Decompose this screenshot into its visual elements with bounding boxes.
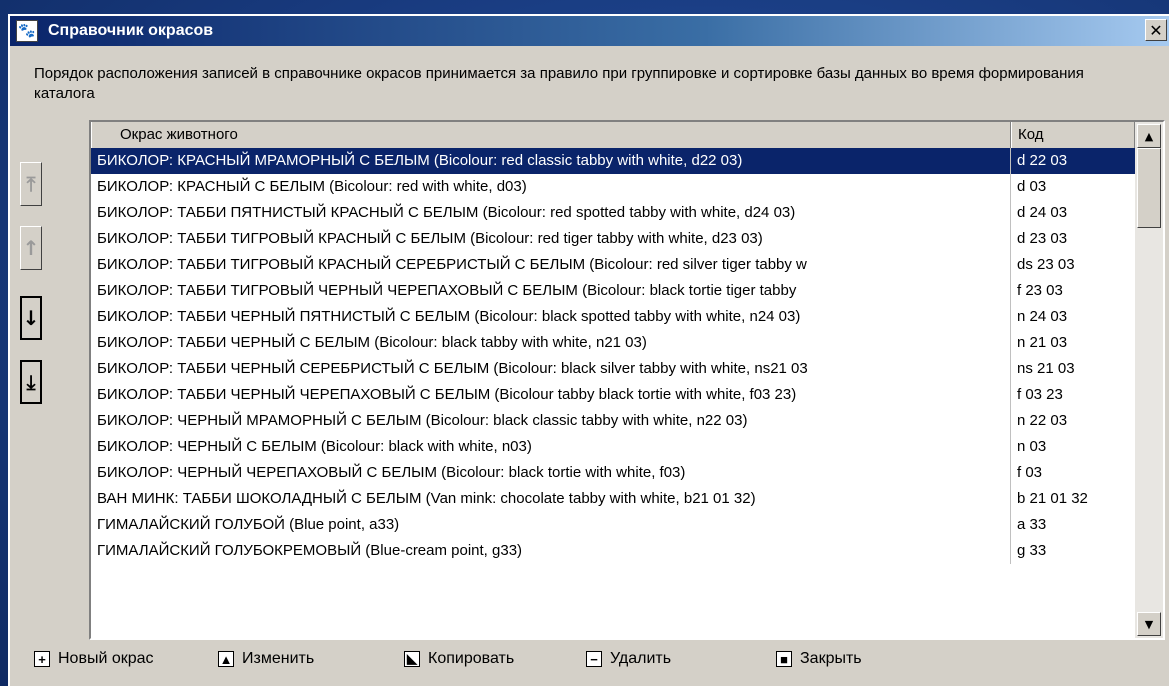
row-color-code: n 21 03 [1017, 334, 1068, 351]
move-to-top-button[interactable]: ⤒ [20, 162, 42, 206]
close-button[interactable]: ■ Закрыть [776, 644, 862, 674]
delete-button[interactable]: − Удалить [586, 644, 671, 674]
row-color-code: a 33 [1017, 516, 1047, 533]
scrollbar-thumb[interactable] [1137, 148, 1161, 228]
list-row[interactable]: БИКОЛОР: ТАББИ ЧЕРНЫЙ ЧЕРЕПАХОВЫЙ С БЕЛЫ… [91, 382, 1135, 408]
list-row[interactable]: БИКОЛОР: ТАББИ ТИГРОВЫЙ КРАСНЫЙ С БЕЛЫМ … [91, 226, 1135, 252]
new-color-label: Новый окрас [58, 650, 154, 667]
new-color-button[interactable]: + Новый окрас [34, 644, 154, 674]
row-color-name: БИКОЛОР: КРАСНЫЙ МРАМОРНЫЙ С БЕЛЫМ (Bico… [91, 148, 1011, 174]
row-color-name: БИКОЛОР: ЧЕРНЫЙ МРАМОРНЫЙ С БЕЛЫМ (Bicol… [91, 408, 1011, 434]
row-color-name: ГИМАЛАЙСКИЙ ГОЛУБОКРЕМОВЫЙ (Blue-cream p… [91, 538, 1011, 564]
copy-icon: ◣ [404, 651, 420, 667]
triangle-up-icon: ▲ [218, 651, 234, 667]
move-down-button[interactable]: ↓ [20, 296, 42, 340]
move-to-bottom-icon: ⤓ [26, 370, 36, 394]
row-color-name: БИКОЛОР: ЧЕРНЫЙ С БЕЛЫМ (Bicolour: black… [91, 434, 1011, 460]
close-window-button[interactable]: ✕ [1145, 19, 1167, 41]
list-row[interactable]: БИКОЛОР: ТАББИ ЧЕРНЫЙ СЕРЕБРИСТЫЙ С БЕЛЫ… [91, 356, 1135, 382]
row-color-name: БИКОЛОР: ТАББИ ЧЕРНЫЙ С БЕЛЫМ (Bicolour:… [91, 330, 1011, 356]
edit-label: Изменить [242, 650, 315, 667]
list-row[interactable]: БИКОЛОР: ТАББИ ЧЕРНЫЙ С БЕЛЫМ (Bicolour:… [91, 330, 1135, 356]
row-color-name: ВАН МИНК: ТАББИ ШОКОЛАДНЫЙ С БЕЛЫМ (Van … [91, 486, 1011, 512]
edit-button[interactable]: ▲ Изменить [218, 644, 314, 674]
row-color-code: d 24 03 [1017, 204, 1068, 221]
row-color-code: ds 23 03 [1017, 256, 1075, 273]
list-row[interactable]: ГИМАЛАЙСКИЙ ГОЛУБОКРЕМОВЫЙ (Blue-cream p… [91, 538, 1135, 564]
list-row[interactable]: БИКОЛОР: КРАСНЫЙ МРАМОРНЫЙ С БЕЛЫМ (Bico… [91, 148, 1135, 174]
row-color-code: f 03 [1017, 464, 1043, 481]
scroll-down-icon[interactable]: ▼ [1137, 612, 1161, 636]
vertical-scrollbar[interactable]: ▲ ▼ [1135, 122, 1163, 638]
row-color-code: ns 21 03 [1017, 360, 1075, 377]
row-color-code: g 33 [1017, 542, 1047, 559]
copy-label: Копировать [428, 650, 515, 667]
row-color-name: БИКОЛОР: ТАББИ ПЯТНИСТЫЙ КРАСНЫЙ С БЕЛЫМ… [91, 200, 1011, 226]
list-row[interactable]: БИКОЛОР: ТАББИ ПЯТНИСТЫЙ КРАСНЫЙ С БЕЛЫМ… [91, 200, 1135, 226]
list-rows: БИКОЛОР: КРАСНЫЙ МРАМОРНЫЙ С БЕЛЫМ (Bico… [91, 148, 1135, 564]
row-color-name: БИКОЛОР: КРАСНЫЙ С БЕЛЫМ (Bicolour: red … [91, 174, 1011, 200]
row-color-name: БИКОЛОР: ТАББИ ТИГРОВЫЙ ЧЕРНЫЙ ЧЕРЕПАХОВ… [91, 278, 1011, 304]
row-color-code: n 22 03 [1017, 412, 1068, 429]
row-color-name: БИКОЛОР: ТАББИ ТИГРОВЫЙ КРАСНЫЙ СЕРЕБРИС… [91, 252, 1011, 278]
list-row[interactable]: ГИМАЛАЙСКИЙ ГОЛУБОЙ (Blue point, a33) a 3… [91, 512, 1135, 538]
move-up-button[interactable]: ↑ [20, 226, 42, 270]
minus-icon: − [586, 651, 602, 667]
row-color-code: n 24 03 [1017, 308, 1068, 325]
row-color-code: d 03 [1017, 178, 1047, 195]
delete-label: Удалить [610, 650, 672, 667]
row-color-name: БИКОЛОР: ТАББИ ЧЕРНЫЙ ПЯТНИСТЫЙ С БЕЛЫМ … [91, 304, 1011, 330]
list-row[interactable]: БИКОЛОР: КРАСНЫЙ С БЕЛЫМ (Bicolour: red … [91, 174, 1135, 200]
list-row[interactable]: БИКОЛОР: ТАББИ ТИГРОВЫЙ КРАСНЫЙ СЕРЕБРИС… [91, 252, 1135, 278]
move-up-icon: ↑ [22, 236, 40, 260]
bottom-toolbar: + Новый окрас ▲ Изменить ◣ Копировать − … [34, 644, 1134, 674]
row-color-name: БИКОЛОР: ЧЕРНЫЙ ЧЕРЕПАХОВЫЙ С БЕЛЫМ (Bic… [91, 460, 1011, 486]
colors-list[interactable]: Окрас животного Код БИКОЛОР: КРАСНЫЙ МРА… [89, 120, 1165, 640]
list-row[interactable]: БИКОЛОР: ЧЕРНЫЙ ЧЕРЕПАХОВЫЙ С БЕЛЫМ (Bic… [91, 460, 1135, 486]
column-header-code[interactable]: Код [1011, 122, 1135, 148]
close-label: Закрыть [800, 650, 862, 667]
row-color-name: БИКОЛОР: ТАББИ ЧЕРНЫЙ ЧЕРЕПАХОВЫЙ С БЕЛЫ… [91, 382, 1011, 408]
row-color-name: ГИМАЛАЙСКИЙ ГОЛУБОЙ (Blue point, a33) [91, 512, 1011, 538]
move-down-icon: ↓ [22, 306, 40, 330]
row-color-name: БИКОЛОР: ТАББИ ТИГРОВЫЙ КРАСНЫЙ С БЕЛЫМ … [91, 226, 1011, 252]
list-row[interactable]: БИКОЛОР: ТАББИ ЧЕРНЫЙ ПЯТНИСТЫЙ С БЕЛЫМ … [91, 304, 1135, 330]
window-title: Справочник окрасов [48, 22, 214, 39]
paw-icon: 🐾 [16, 20, 38, 42]
row-color-code: f 03 23 [1017, 386, 1063, 403]
colors-dictionary-window: 🐾 Справочник окрасов ✕ Порядок расположе… [8, 14, 1169, 686]
list-row[interactable]: ВАН МИНК: ТАББИ ШОКОЛАДНЫЙ С БЕЛЫМ (Van … [91, 486, 1135, 512]
plus-icon: + [34, 651, 50, 667]
title-bar: 🐾 Справочник окрасов ✕ [10, 16, 1169, 46]
row-color-code: f 23 03 [1017, 282, 1063, 299]
description-text: Порядок расположения записей в справочни… [34, 65, 1084, 102]
square-icon: ■ [776, 651, 792, 667]
list-row[interactable]: БИКОЛОР: ТАББИ ТИГРОВЫЙ ЧЕРНЫЙ ЧЕРЕПАХОВ… [91, 278, 1135, 304]
row-color-code: n 03 [1017, 438, 1047, 455]
list-row[interactable]: БИКОЛОР: ЧЕРНЫЙ С БЕЛЫМ (Bicolour: black… [91, 434, 1135, 460]
list-row[interactable]: БИКОЛОР: ЧЕРНЫЙ МРАМОРНЫЙ С БЕЛЫМ (Bicol… [91, 408, 1135, 434]
copy-button[interactable]: ◣ Копировать [404, 644, 514, 674]
move-to-top-icon: ⤒ [26, 172, 36, 196]
row-color-code: d 22 03 [1017, 152, 1068, 169]
scroll-up-icon[interactable]: ▲ [1137, 124, 1161, 148]
row-color-code: b 21 01 32 [1017, 490, 1088, 507]
row-color-code: d 23 03 [1017, 230, 1068, 247]
row-color-name: БИКОЛОР: ТАББИ ЧЕРНЫЙ СЕРЕБРИСТЫЙ С БЕЛЫ… [91, 356, 1011, 382]
move-to-bottom-button[interactable]: ⤓ [20, 360, 42, 404]
list-header: Окрас животного Код [91, 122, 1135, 149]
column-header-color[interactable]: Окрас животного [91, 122, 1011, 148]
